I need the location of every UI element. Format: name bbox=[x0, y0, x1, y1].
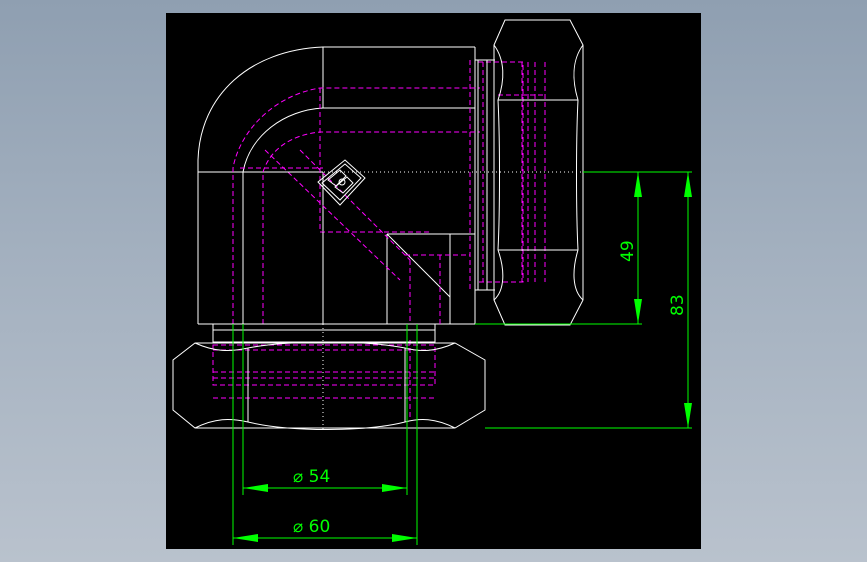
hidden-lines bbox=[212, 60, 546, 420]
bottom-hex-nut bbox=[172, 323, 486, 430]
dimension-height-large: 83 bbox=[668, 294, 688, 316]
cad-drawing: ⌀ 54 ⌀ 60 49 83 bbox=[172, 19, 692, 545]
dimension-inner-diameter: ⌀ 54 bbox=[293, 467, 330, 487]
dimension-height-small: 49 bbox=[618, 240, 638, 262]
centerlines bbox=[240, 171, 630, 430]
dimension-outer-diameter: ⌀ 60 bbox=[293, 517, 330, 537]
dimension-lines bbox=[232, 171, 692, 545]
manufacturer-logo-icon bbox=[317, 159, 366, 206]
